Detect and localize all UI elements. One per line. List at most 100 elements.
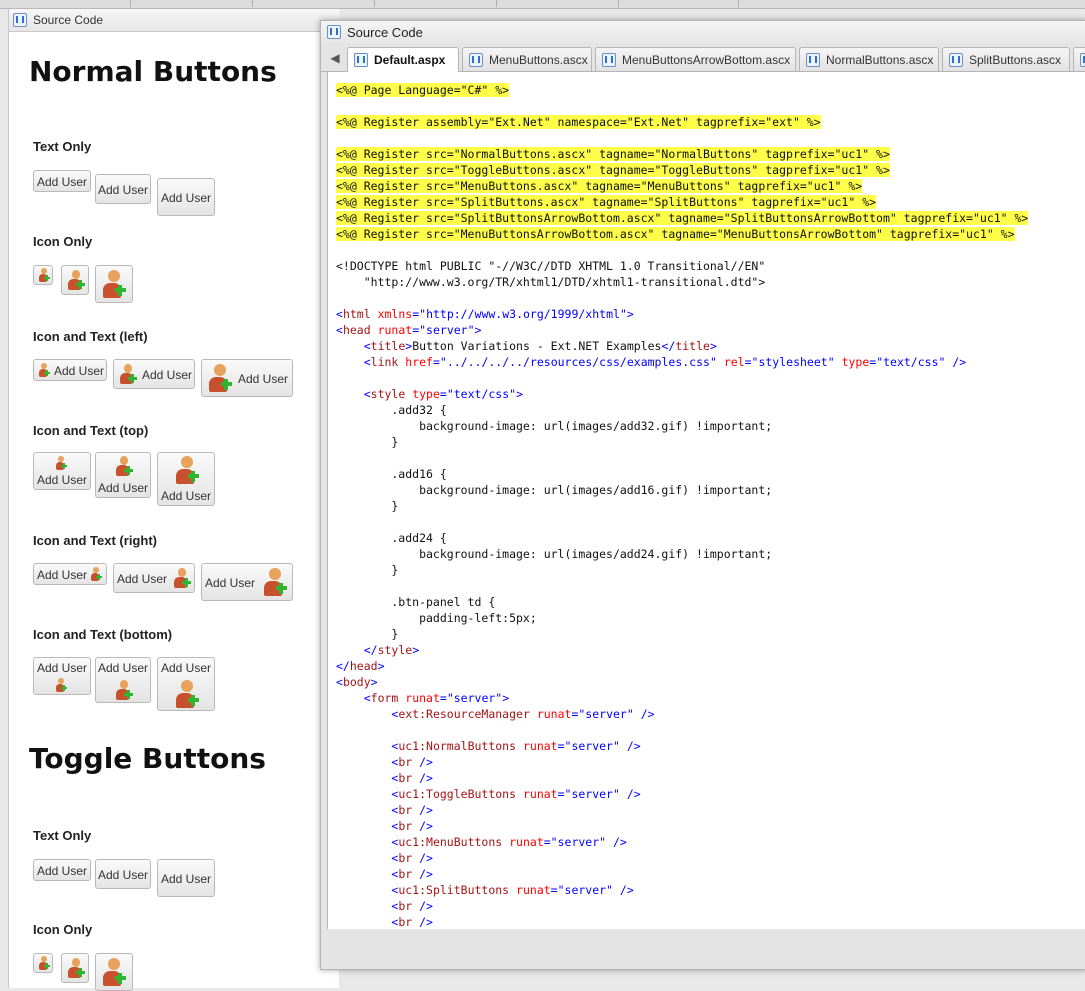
add-user-button[interactable]: Add User	[157, 178, 215, 216]
tab-menubuttons-ascx[interactable]: MenuButtons.ascx	[462, 47, 592, 71]
subsection-title: Icon Only	[33, 922, 93, 937]
file-tab-strip: ◀ Default.aspx MenuButtons.ascx MenuButt…	[321, 45, 1085, 72]
button-label: Add User	[37, 473, 88, 487]
add-user-button[interactable]	[33, 953, 53, 973]
code-view[interactable]: <%@ Page Language="C#" %> <%@ Register a…	[327, 72, 1085, 929]
button-label: Add User	[238, 372, 289, 386]
button-label: Add User	[161, 872, 212, 886]
code-line: <br />	[391, 819, 433, 833]
add-user-icon	[261, 568, 289, 596]
code-line: <html xmlns="http://www.w3.org/1999/xhtm…	[336, 307, 634, 321]
add-user-button[interactable]: Add User	[33, 359, 107, 381]
code-line: <%@ Register assembly="Ext.Net" namespac…	[336, 115, 821, 129]
add-user-button[interactable]: Add User	[157, 657, 215, 711]
file-icon	[354, 53, 368, 67]
code-line: <%@ Register src="ToggleButtons.ascx" ta…	[336, 163, 890, 177]
tab-splitbuttons-ascx[interactable]: SplitButtons.ascx	[942, 47, 1070, 71]
add-user-button[interactable]	[61, 265, 89, 295]
add-user-icon	[173, 680, 201, 708]
add-user-button[interactable]: Add User	[33, 563, 107, 585]
source-window-title: Source Code	[347, 24, 423, 40]
add-user-button[interactable]	[33, 265, 53, 285]
tab-more[interactable]	[1073, 47, 1085, 71]
add-user-icon	[206, 364, 234, 392]
add-user-button[interactable]: Add User	[201, 563, 293, 601]
code-line: <br />	[391, 867, 433, 881]
code-line: <form runat="server">	[363, 691, 510, 705]
code-line: }	[336, 499, 399, 513]
add-user-icon	[173, 456, 201, 484]
add-user-button[interactable]: Add User	[33, 657, 91, 695]
demo-panel: Source Code Normal Buttons Text Only Add U…	[8, 9, 339, 991]
code-line: }	[336, 435, 399, 449]
code-line: .add16 {	[336, 467, 447, 481]
add-user-icon	[37, 363, 51, 377]
add-user-button[interactable]: Add User	[95, 452, 151, 498]
code-line: background-image: url(images/add32.gif) …	[336, 419, 773, 433]
tab-normalbuttons-ascx[interactable]: NormalButtons.ascx	[799, 47, 939, 71]
file-icon	[602, 52, 616, 67]
button-label: Add User	[37, 568, 88, 582]
add-user-button[interactable]	[95, 265, 133, 303]
tab-default-aspx[interactable]: Default.aspx	[347, 47, 459, 72]
button-label: Add User	[54, 364, 105, 378]
code-line: <br />	[391, 851, 433, 865]
subsection-title: Icon and Text (left)	[33, 329, 148, 344]
code-line: <br />	[391, 771, 433, 785]
source-code-window[interactable]: Source Code ◀ Default.aspx MenuButtons.a…	[320, 20, 1085, 970]
file-icon	[806, 52, 820, 67]
code-line: <uc1:SplitButtons runat="server" />	[391, 883, 634, 897]
add-user-button[interactable]: Add User	[33, 170, 91, 192]
add-user-button[interactable]: Add User	[33, 859, 91, 881]
code-line: }	[336, 627, 399, 641]
source-window-header[interactable]: Source Code	[321, 21, 1085, 43]
subsection-title: Text Only	[33, 828, 92, 843]
add-user-button[interactable]: Add User	[113, 359, 195, 389]
button-label: Add User	[98, 661, 149, 675]
code-line: <style type="text/css">	[363, 387, 523, 401]
top-tab-strip	[0, 0, 1085, 9]
subsection-title: Text Only	[33, 139, 92, 154]
code-line: <%@ Page Language="C#" %>	[336, 83, 510, 97]
code-line: background-image: url(images/add16.gif) …	[336, 483, 773, 497]
add-user-icon	[114, 680, 134, 700]
add-user-button[interactable]: Add User	[95, 174, 151, 204]
code-line: <head runat="server">	[336, 323, 482, 337]
button-label: Add User	[98, 868, 149, 882]
code-line: <body>	[336, 675, 378, 689]
add-user-icon	[114, 456, 134, 476]
add-user-icon	[100, 270, 128, 298]
button-label: Add User	[98, 183, 149, 197]
code-line: <%@ Register src="MenuButtonsArrowBottom…	[336, 227, 1015, 241]
code-line: <%@ Register src="SplitButtonsArrowBotto…	[336, 211, 1029, 225]
tab-scroll-left-icon[interactable]: ◀	[327, 49, 343, 67]
file-icon	[469, 52, 483, 67]
button-label: Add User	[161, 489, 212, 503]
add-user-button[interactable]: Add User	[113, 563, 195, 593]
button-label: Add User	[117, 572, 168, 586]
add-user-button[interactable]: Add User	[95, 657, 151, 703]
add-user-button[interactable]	[95, 953, 133, 991]
add-user-button[interactable]: Add User	[157, 452, 215, 506]
button-label: Add User	[142, 368, 193, 382]
code-line: <br />	[391, 915, 433, 929]
code-line: <br />	[391, 899, 433, 913]
add-user-button[interactable]: Add User	[201, 359, 293, 397]
code-line: <ext:ResourceManager runat="server" />	[391, 707, 655, 721]
file-icon	[1080, 52, 1085, 67]
code-line: .btn-panel td {	[336, 595, 496, 609]
source-code-icon	[13, 13, 27, 27]
button-label: Add User	[98, 481, 149, 495]
add-user-icon	[54, 678, 68, 692]
code-line: <%@ Register src="NormalButtons.ascx" ta…	[336, 147, 890, 161]
add-user-button[interactable]: Add User	[157, 859, 215, 897]
subsection-title: Icon and Text (bottom)	[33, 627, 173, 642]
button-label: Add User	[37, 175, 88, 189]
code-line: .add24 {	[336, 531, 447, 545]
tab-menubuttonsarrowbottom-ascx[interactable]: MenuButtonsArrowBottom.ascx	[595, 47, 796, 71]
code-line: <!DOCTYPE html PUBLIC "-//W3C//DTD XHTML…	[336, 259, 766, 273]
add-user-button[interactable]	[61, 953, 89, 983]
add-user-button[interactable]: Add User	[95, 859, 151, 889]
add-user-icon	[118, 364, 138, 384]
add-user-button[interactable]: Add User	[33, 452, 91, 490]
